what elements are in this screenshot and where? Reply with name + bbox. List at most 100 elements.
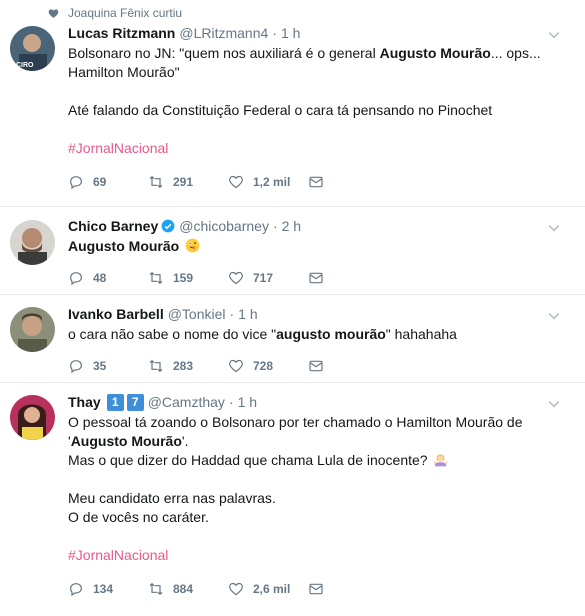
retweet-icon	[149, 582, 163, 596]
verified-badge-icon	[161, 219, 175, 233]
retweet-count: 159	[173, 271, 194, 285]
tweet-text: Augusto Mourão	[68, 237, 573, 256]
tweet-text: O pessoal tá zoando o Bolsonaro por ter …	[68, 414, 523, 563]
reply-count: 48	[93, 271, 107, 285]
reply-icon	[70, 272, 82, 286]
author-name[interactable]: Chico Barney	[68, 217, 158, 235]
tweet-text: Bolsonaro no JN: "quem nos auxiliará é o…	[68, 45, 541, 156]
tweet-time[interactable]: 2 h	[282, 217, 301, 235]
social-context-text: Joaquina Fênix curtiu	[68, 6, 183, 20]
heart-icon	[229, 359, 243, 373]
chevron-down-icon[interactable]	[547, 28, 561, 42]
timeline-feed: Joaquina Fênix curtiu CIRO Lucas Ritzman…	[0, 0, 585, 616]
social-context[interactable]: Joaquina Fênix curtiu	[48, 6, 182, 20]
retweet-icon	[149, 271, 163, 285]
reply-count: 35	[93, 359, 107, 373]
like-button[interactable]: 1,2 mil	[228, 174, 308, 190]
author-name[interactable]: Lucas Ritzmann	[68, 24, 175, 42]
hashtag-link[interactable]: #JornalNacional	[68, 140, 168, 156]
direct-message-button[interactable]	[308, 581, 333, 597]
retweet-button[interactable]: 159	[148, 270, 228, 286]
retweet-button[interactable]: 283	[148, 358, 228, 374]
avatar[interactable]: CIRO	[10, 26, 55, 71]
reply-button[interactable]: 48	[68, 270, 148, 286]
heart-icon	[229, 175, 243, 189]
reply-icon	[70, 176, 82, 190]
direct-message-button[interactable]	[308, 174, 333, 190]
author-handle[interactable]: @chicobarney	[179, 217, 269, 235]
tweet-time[interactable]: 1 h	[281, 24, 300, 42]
tweet-card[interactable]: Joaquina Fênix curtiu CIRO Lucas Ritzman…	[0, 0, 585, 207]
tweet-text: o cara não sabe o nome do vice "augusto …	[68, 326, 457, 342]
hashtag-link[interactable]: #JornalNacional	[68, 547, 168, 563]
envelope-icon	[309, 176, 323, 188]
mention-bold: Augusto Mourão	[70, 433, 182, 449]
avatar[interactable]	[10, 307, 55, 352]
reply-button[interactable]: 134	[68, 581, 148, 597]
envelope-icon	[309, 583, 323, 595]
separator-dot: ·	[229, 306, 235, 322]
direct-message-button[interactable]	[308, 358, 333, 374]
retweet-count: 884	[173, 582, 194, 596]
tweet-header: Ivanko Barbell @Tonkiel · 1 h	[68, 305, 573, 323]
author-name[interactable]: Thay	[68, 393, 101, 411]
author-name[interactable]: Ivanko Barbell	[68, 305, 164, 323]
heart-icon	[229, 582, 243, 596]
zany-face-emoji	[185, 238, 200, 253]
keycap-badge: 7	[126, 393, 144, 411]
author-handle[interactable]: @Camzthay	[148, 393, 225, 411]
chevron-down-icon[interactable]	[547, 309, 561, 323]
like-count: 728	[253, 359, 274, 373]
like-count: 2,6 mil	[253, 582, 291, 596]
separator-dot: ·	[272, 25, 277, 41]
retweet-button[interactable]: 884	[148, 581, 228, 597]
chevron-down-icon[interactable]	[547, 397, 561, 411]
tweet-actions: 48 159 717	[68, 268, 573, 288]
tweet-card[interactable]: Thay 1 7 @Camzthay · 1 h O pessoal tá zo…	[0, 383, 585, 616]
keycap-badge: 1	[106, 393, 124, 411]
tweet-header: Thay 1 7 @Camzthay · 1 h	[68, 393, 573, 411]
separator-dot: ·	[228, 394, 234, 410]
mention-bold: Augusto Mourão	[379, 45, 491, 61]
retweet-icon	[149, 359, 163, 373]
reply-icon	[70, 583, 82, 597]
separator-dot: ·	[272, 218, 278, 234]
mention-bold: augusto mourão	[276, 326, 386, 342]
like-count: 1,2 mil	[253, 175, 291, 189]
tweet-header: Chico Barney @chicobarney · 2 h	[68, 217, 573, 235]
author-handle[interactable]: @Tonkiel	[168, 305, 226, 323]
like-button[interactable]: 717	[228, 270, 308, 286]
retweet-count: 291	[173, 175, 194, 189]
chevron-down-icon[interactable]	[547, 221, 561, 235]
tweet-actions: 134 884 2,6 mil	[68, 579, 573, 599]
like-count: 717	[253, 271, 274, 285]
retweet-count: 283	[173, 359, 194, 373]
heart-icon	[229, 271, 243, 285]
reply-count: 134	[93, 582, 114, 596]
heart-filled-icon	[48, 8, 59, 18]
reply-icon	[70, 360, 82, 374]
mention-bold: Augusto Mourão	[68, 238, 180, 254]
reply-button[interactable]: 35	[68, 358, 148, 374]
envelope-icon	[309, 360, 323, 372]
tweet-actions: 35 283 728	[68, 356, 573, 376]
reply-count: 69	[93, 175, 107, 189]
author-handle[interactable]: @LRitzmann4	[179, 24, 268, 42]
reply-button[interactable]: 69	[68, 174, 148, 190]
tweet-card[interactable]: Ivanko Barbell @Tonkiel · 1 h o cara não…	[0, 295, 585, 383]
avatar-label: CIRO	[16, 62, 34, 69]
tweet-time[interactable]: 1 h	[238, 393, 257, 411]
avatar[interactable]	[10, 220, 55, 265]
like-button[interactable]: 2,6 mil	[228, 581, 308, 597]
tweet-card[interactable]: Chico Barney @chicobarney · 2 h Augusto …	[0, 207, 585, 295]
tweet-actions: 69 291 1,2 mil	[68, 172, 573, 192]
tweet-time[interactable]: 1 h	[238, 305, 257, 323]
retweet-icon	[149, 175, 163, 189]
direct-message-button[interactable]	[308, 270, 333, 286]
envelope-icon	[309, 272, 323, 284]
like-button[interactable]: 728	[228, 358, 308, 374]
avatar[interactable]	[10, 395, 55, 440]
tweet-header: Lucas Ritzmann @LRitzmann4 · 1 h	[68, 24, 573, 42]
retweet-button[interactable]: 291	[148, 174, 228, 190]
woman-shrugging-emoji	[433, 454, 449, 467]
